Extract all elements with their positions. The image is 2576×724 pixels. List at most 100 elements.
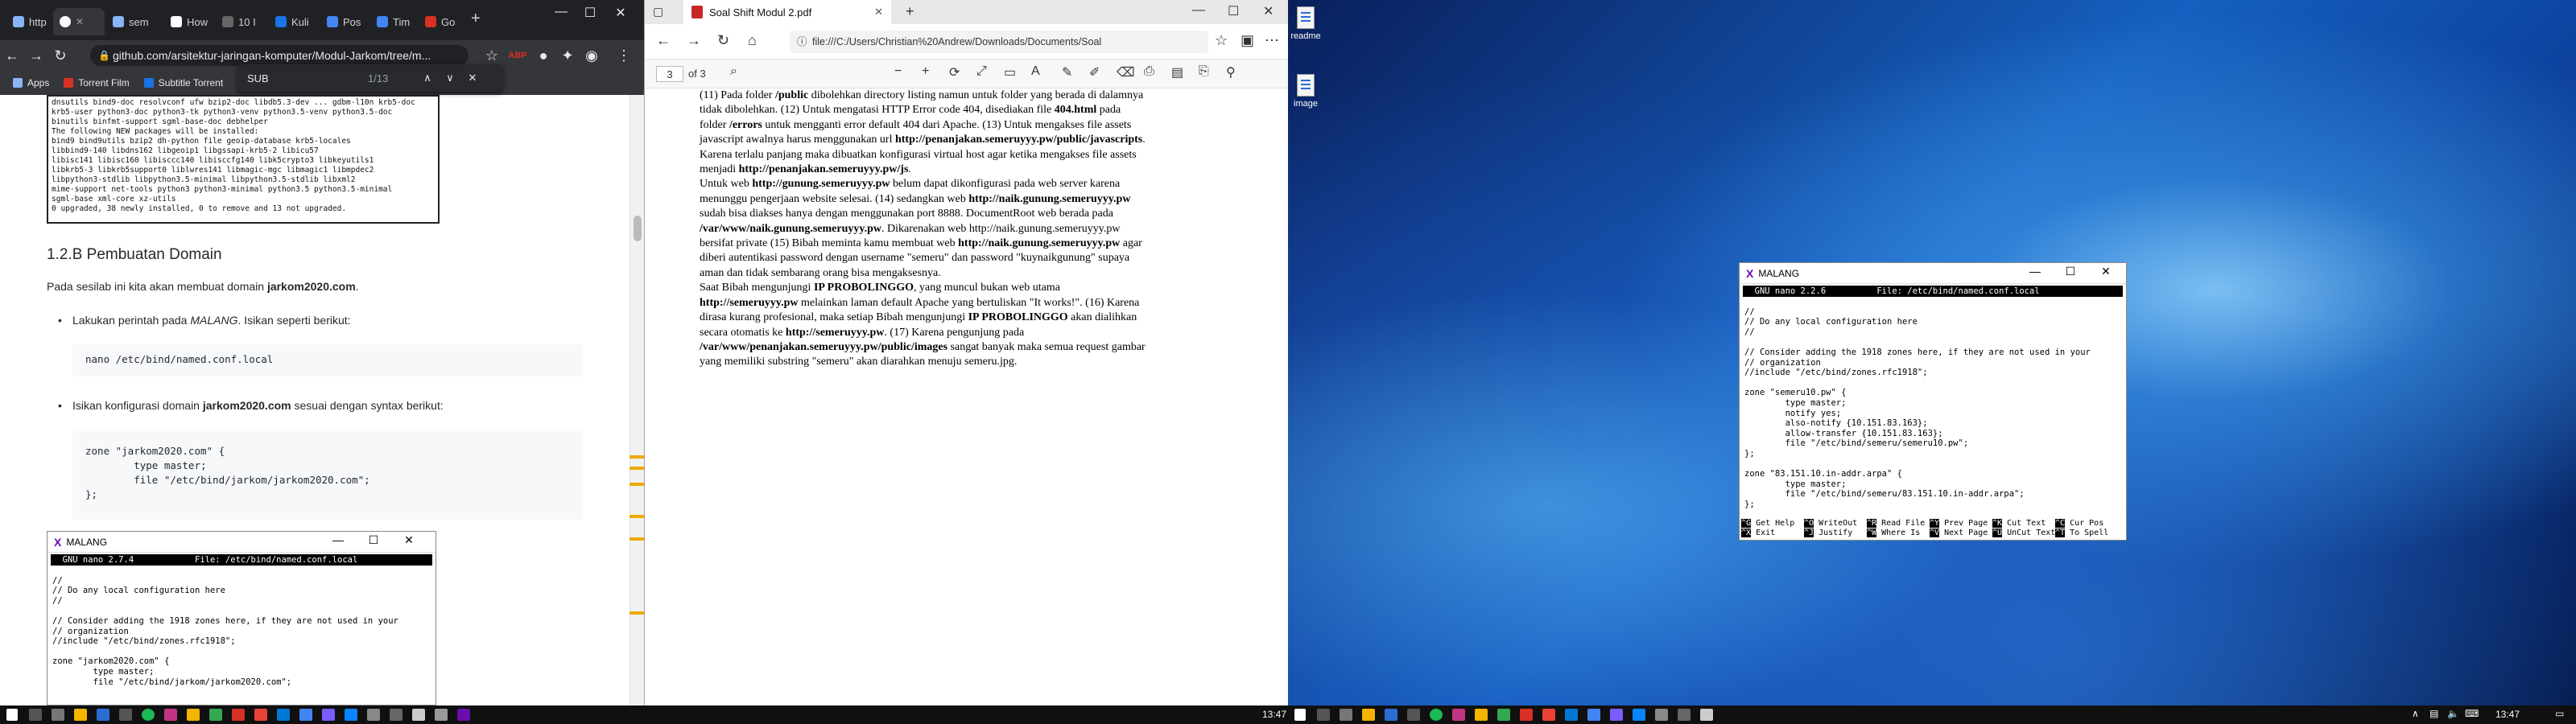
nano-shortcut[interactable]: ^V Next Page xyxy=(1930,529,1992,538)
page-view-icon[interactable]: ▭ xyxy=(1004,64,1016,80)
close-window-icon[interactable]: ✕ xyxy=(607,5,634,21)
spotify-icon[interactable] xyxy=(1430,709,1443,721)
app-icon[interactable] xyxy=(1610,709,1623,721)
chrome-tab-2[interactable]: sem xyxy=(106,8,155,35)
maximize-icon[interactable]: ☐ xyxy=(2058,265,2083,278)
bookmark-torrent-film[interactable]: Torrent Film xyxy=(64,77,130,88)
chrome-tab-0[interactable]: http xyxy=(6,8,53,35)
nano-shortcut[interactable]: ^J Justify xyxy=(1804,529,1867,538)
desktop-icon-readme[interactable]: readme xyxy=(1290,6,1322,41)
minimize-icon[interactable]: — xyxy=(1192,3,1205,18)
language-icon[interactable]: ⌨ xyxy=(2465,708,2479,719)
chrome-tab-8[interactable]: Go xyxy=(419,8,461,35)
app-icon[interactable] xyxy=(1407,709,1420,721)
new-tab-button[interactable]: + xyxy=(471,10,481,28)
close-icon[interactable]: ✕ xyxy=(874,6,883,19)
address-bar[interactable]: ⓘ file:///C:/Users/Christian%20Andrew/Dow… xyxy=(790,31,1208,53)
edge-tab-pdf[interactable]: Soal Shift Modul 2.pdf ✕ xyxy=(683,0,891,24)
tray-chevron-icon[interactable]: ∧ xyxy=(2412,708,2419,719)
read-aloud-icon[interactable]: A xyxy=(1031,64,1040,79)
nano-shortcut[interactable]: ^K Cut Text xyxy=(1992,519,2055,529)
chrome-icon[interactable] xyxy=(299,709,312,721)
chrome-tab-4[interactable]: 10 I xyxy=(216,8,262,35)
chrome-tab-5[interactable]: Kuli xyxy=(269,8,316,35)
close-icon[interactable]: ✕ xyxy=(76,16,84,27)
app-icon[interactable] xyxy=(390,709,402,721)
chrome-icon[interactable] xyxy=(1587,709,1600,721)
forward-icon[interactable]: → xyxy=(24,47,48,64)
app-icon[interactable] xyxy=(232,709,245,721)
windows-start-icon[interactable] xyxy=(6,709,18,721)
app-icon[interactable] xyxy=(457,709,470,721)
vscode-icon[interactable] xyxy=(97,709,109,721)
file-explorer-icon[interactable] xyxy=(74,709,87,721)
zoom-out-icon[interactable]: − xyxy=(894,64,902,79)
nano-shortcut[interactable]: ^G Get Help xyxy=(1741,519,1804,529)
close-icon[interactable]: ✕ xyxy=(2094,265,2118,278)
task-view-icon[interactable] xyxy=(1340,709,1352,721)
home-icon[interactable]: ⌂ xyxy=(748,32,757,49)
back-icon[interactable]: ← xyxy=(656,32,671,49)
chrome-tab-1[interactable]: ✕ xyxy=(53,8,105,35)
print-icon[interactable]: ⎙ xyxy=(1144,64,1154,79)
nano-shortcut[interactable]: ^X Exit xyxy=(1741,529,1804,538)
find-input[interactable]: SUB xyxy=(247,72,368,84)
page-number-input[interactable]: 3 xyxy=(656,66,683,82)
minimize-icon[interactable]: — xyxy=(2023,265,2047,278)
erase-icon[interactable]: ⌫ xyxy=(1117,64,1135,80)
draw-icon[interactable]: ✎ xyxy=(1062,64,1072,80)
notification-icon[interactable]: ▭ xyxy=(2555,708,2564,719)
nano-editor[interactable]: // // Do any local configuration here //… xyxy=(1743,297,2123,510)
favorite-icon[interactable]: ☆ xyxy=(1215,32,1228,49)
nano-shortcut[interactable]: ^T To Spell xyxy=(2055,529,2118,538)
windows-start-icon[interactable] xyxy=(1294,709,1306,721)
zoom-in-icon[interactable]: + xyxy=(922,64,929,79)
nano-shortcut[interactable]: ^Y Prev Page xyxy=(1930,519,1992,529)
network-icon[interactable]: ▤ xyxy=(2429,708,2438,719)
minimize-icon[interactable]: — xyxy=(547,5,575,19)
search-icon[interactable] xyxy=(1317,709,1330,721)
collections-icon[interactable]: ▣ xyxy=(1241,32,1254,49)
scrollbar-thumb[interactable] xyxy=(634,216,642,241)
adblock-icon[interactable]: ABP xyxy=(506,51,530,60)
spotify-icon[interactable] xyxy=(142,709,155,721)
close-icon[interactable]: ✕ xyxy=(461,72,484,84)
edge-icon[interactable] xyxy=(1633,709,1645,721)
app-icon[interactable] xyxy=(1520,709,1533,721)
nano-shortcut[interactable]: ^C Cur Pos xyxy=(2055,519,2118,529)
app-icon[interactable] xyxy=(1678,709,1690,721)
extension-icon[interactable]: ● xyxy=(531,47,555,64)
volume-icon[interactable]: 🔈 xyxy=(2447,708,2459,719)
app-icon[interactable] xyxy=(367,709,380,721)
address-bar[interactable]: 🔒 github.com/arsitektur-jaringan-komputer… xyxy=(90,45,469,66)
puzzle-icon[interactable]: ✦ xyxy=(555,47,580,64)
save-as-icon[interactable]: ⎘ xyxy=(1199,64,1209,79)
app-icon[interactable] xyxy=(1655,709,1668,721)
chrome-tab-7[interactable]: Tim xyxy=(370,8,416,35)
chevron-up-icon[interactable]: ∧ xyxy=(416,72,439,84)
tab-actions-icon[interactable]: ▢ xyxy=(653,5,663,19)
forward-icon[interactable]: → xyxy=(687,32,701,49)
fit-page-icon[interactable]: ⤢ xyxy=(976,64,987,79)
profile-avatar[interactable]: ◉ xyxy=(580,47,604,64)
minimize-icon[interactable]: — xyxy=(326,533,350,546)
xming-icon[interactable] xyxy=(412,709,425,721)
chrome-tab-6[interactable]: Pos xyxy=(320,8,367,35)
app-icon[interactable] xyxy=(164,709,177,721)
maximize-icon[interactable]: ☐ xyxy=(1228,3,1239,19)
save-icon[interactable]: ▤ xyxy=(1171,64,1183,80)
maximize-icon[interactable]: ☐ xyxy=(576,5,604,21)
menu-icon[interactable]: ⋮ xyxy=(612,47,636,64)
new-tab-button[interactable]: + xyxy=(906,3,914,20)
maximize-icon[interactable]: ☐ xyxy=(361,533,386,547)
menu-icon[interactable]: ⋯ xyxy=(1265,32,1279,49)
chevron-down-icon[interactable]: ∨ xyxy=(439,72,461,84)
chrome-tab-3[interactable]: How xyxy=(164,8,214,35)
file-explorer-icon[interactable] xyxy=(1362,709,1375,721)
vscode-icon[interactable] xyxy=(1385,709,1397,721)
pin-icon[interactable]: ⚲ xyxy=(1226,64,1236,80)
app-icon[interactable] xyxy=(322,709,335,721)
close-icon[interactable]: ✕ xyxy=(397,533,421,547)
search-icon[interactable] xyxy=(29,709,42,721)
app-icon[interactable] xyxy=(254,709,267,721)
